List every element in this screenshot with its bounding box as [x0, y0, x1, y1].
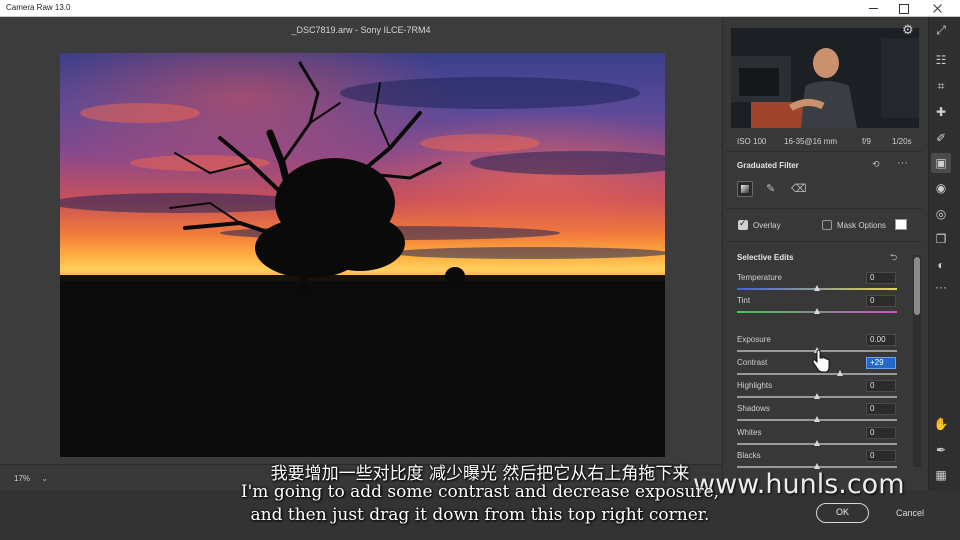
snapshots-icon[interactable]: ❐ — [931, 229, 951, 249]
slider-thumb-tint[interactable] — [813, 308, 820, 314]
radial-filter-icon[interactable]: ◉ — [931, 178, 951, 198]
scrollbar-thumb[interactable] — [914, 257, 920, 315]
edit-sliders-icon[interactable]: ☷ — [931, 50, 951, 70]
slider-label-whites: Whites — [737, 428, 762, 437]
slider-value-highlights[interactable]: 0 — [866, 380, 896, 392]
slider-value-contrast[interactable]: +29 — [866, 357, 896, 369]
color-sampler-icon[interactable]: ✒ — [931, 440, 951, 460]
subtitle-english-line-2: and then just drag it down from this top… — [250, 505, 710, 525]
gear-icon[interactable]: ⚙ — [902, 22, 914, 38]
minimize-button[interactable] — [858, 0, 888, 17]
title-bar: Camera Raw 13.0 — [0, 0, 960, 17]
more-icon[interactable]: ··· — [931, 277, 951, 297]
slider-value-exposure[interactable]: 0.00 — [866, 334, 896, 346]
expand-icon[interactable]: ⤢ — [931, 20, 951, 40]
mask-color-swatch[interactable] — [895, 219, 907, 230]
iso-value: ISO 100 — [737, 137, 767, 146]
divider — [726, 241, 922, 242]
healing-icon[interactable]: ✚ — [931, 102, 951, 122]
camera-info-bar: ISO 100 16-35@16 mm f/9 1/20s — [722, 131, 924, 151]
mask-options-label: Mask Options — [837, 221, 886, 230]
slider-thumb-contrast[interactable] — [836, 370, 843, 376]
presets-icon[interactable]: ◐ — [931, 255, 951, 275]
slider-label-tint: Tint — [737, 296, 751, 305]
selective-edits-title: Selective Edits — [737, 253, 794, 262]
camera-raw-window: Camera Raw 13.0 _DSC7819.arw - Sony ILCE… — [0, 0, 960, 540]
slider-label-exposure: Exposure — [737, 335, 771, 344]
panel-scrollbar[interactable] — [913, 255, 921, 467]
aperture-value: f/9 — [862, 137, 871, 146]
gradient-tool-icon[interactable] — [737, 181, 753, 197]
subtitle-english-line-1: I'm going to add some contrast and decre… — [240, 482, 720, 502]
reset-edits-icon[interactable]: ⮌ — [890, 250, 897, 266]
slider-value-tint[interactable]: 0 — [866, 295, 896, 307]
file-name-label: _DSC7819.arw - Sony ILCE-7RM4 — [291, 25, 431, 35]
hand-icon[interactable]: ✋ — [931, 414, 951, 434]
reset-icon[interactable]: ⟲ — [872, 159, 880, 170]
eraser-icon[interactable]: ⌫ — [791, 182, 807, 195]
divider — [726, 208, 922, 209]
slider-value-temperature[interactable]: 0 — [866, 272, 896, 284]
slider-label-shadows: Shadows — [737, 404, 770, 413]
slider-label-highlights: Highlights — [737, 381, 773, 390]
lens-value: 16-35@16 mm — [784, 137, 838, 146]
slider-value-whites[interactable]: 0 — [866, 427, 896, 439]
mask-options-checkbox[interactable] — [822, 220, 832, 230]
brush-tool-icon[interactable]: ✐ — [931, 128, 951, 148]
shutter-value: 1/20s — [892, 137, 912, 146]
overlay-label: Overlay — [753, 221, 781, 230]
overlay-checkbox[interactable]: ✓ — [738, 218, 748, 230]
slider-label-temperature: Temperature — [737, 273, 782, 282]
maximize-button[interactable] — [888, 0, 918, 17]
crop-icon[interactable]: ⌗ — [931, 76, 951, 96]
more-options-icon[interactable]: ··· — [897, 157, 908, 169]
graduated-filter-title: Graduated Filter — [737, 161, 799, 170]
brush-icon[interactable]: ✎ — [766, 182, 775, 195]
photo-preview[interactable] — [60, 53, 665, 457]
window-title: Camera Raw 13.0 — [6, 3, 71, 12]
presenter-webcam-overlay — [731, 28, 919, 128]
divider — [726, 151, 922, 152]
hand-cursor-icon — [811, 349, 831, 379]
slider-value-shadows[interactable]: 0 — [866, 403, 896, 415]
slider-thumb-highlights[interactable] — [813, 393, 820, 399]
image-canvas[interactable]: _DSC7819.arw - Sony ILCE-7RM4 — [0, 17, 722, 464]
close-button[interactable] — [922, 0, 952, 17]
red-eye-icon[interactable]: ◎ — [931, 204, 951, 224]
slider-thumb-shadows[interactable] — [813, 416, 820, 422]
slider-thumb-whites[interactable] — [813, 440, 820, 446]
slider-thumb-temperature[interactable] — [813, 285, 820, 291]
slider-label-contrast: Contrast — [737, 358, 768, 367]
graduated-filter-icon[interactable]: ▣ — [931, 153, 951, 173]
